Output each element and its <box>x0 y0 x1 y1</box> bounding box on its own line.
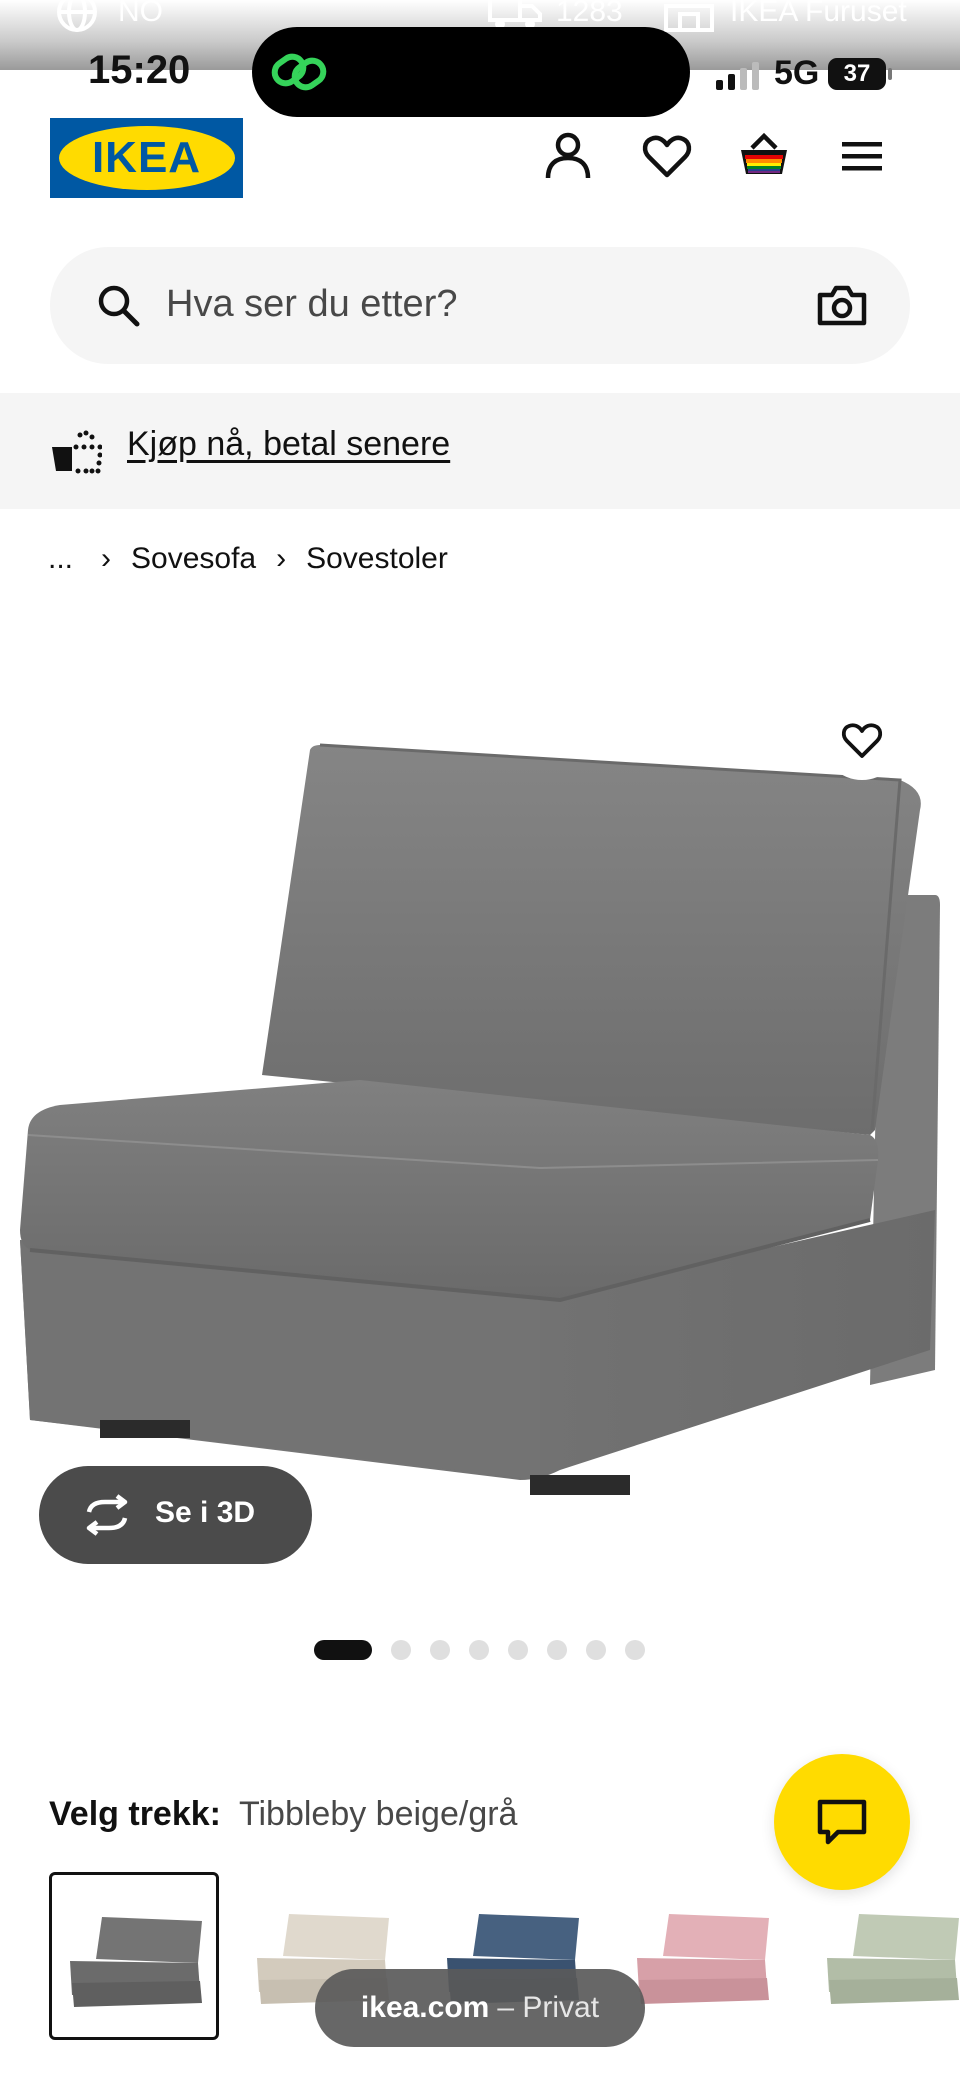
chevron-right-icon: › <box>276 542 287 575</box>
address-domain: ikea.com <box>360 1991 490 2024</box>
search-icon <box>98 285 140 327</box>
camera-search-icon[interactable] <box>816 281 868 329</box>
image-carousel-indicator <box>314 1640 645 1660</box>
swatch-grey[interactable] <box>49 1872 219 2040</box>
breadcrumb-item-sovesofa[interactable]: Sovesofa <box>131 542 256 576</box>
search-placeholder: Hva ser du etter? <box>166 283 458 325</box>
menu-hamburger-icon[interactable] <box>836 130 888 182</box>
carousel-dot[interactable] <box>625 1640 645 1660</box>
dynamic-island <box>252 27 690 117</box>
logo-text: IKEA <box>91 133 202 182</box>
chevron-right-icon: › <box>101 542 112 575</box>
carousel-dot[interactable] <box>314 1640 372 1660</box>
link-chain-icon <box>271 53 327 91</box>
clock: 15:20 <box>88 48 191 92</box>
battery-icon: 37 <box>828 58 892 90</box>
private-mode-label: – Privat <box>497 1991 600 2024</box>
carousel-dot[interactable] <box>586 1640 606 1660</box>
search-input[interactable]: Hva ser du etter? <box>50 247 910 364</box>
chair-thumbnail <box>637 1914 769 2004</box>
breadcrumb-ellipsis[interactable]: ... <box>48 542 73 576</box>
ikea-logo[interactable]: IKEA <box>50 118 243 198</box>
swatch-green[interactable] <box>809 1872 960 2040</box>
breadcrumb: ... › Sovesofa › Sovestoler <box>48 542 448 576</box>
shopping-bag-icon[interactable] <box>738 130 790 182</box>
cover-selection: Velg trekk: Tibbleby beige/grå <box>49 1795 517 1834</box>
rotate-3d-icon <box>86 1494 128 1536</box>
favorites-heart-icon[interactable] <box>641 130 693 182</box>
browser-address-bar[interactable]: ikea.com – Privat <box>315 1969 645 2047</box>
chat-bubble-icon <box>817 1799 867 1845</box>
cover-selected-value: Tibbleby beige/grå <box>238 1795 518 1833</box>
carousel-dot[interactable] <box>469 1640 489 1660</box>
chat-button[interactable] <box>774 1754 910 1890</box>
view-3d-button[interactable]: Se i 3D <box>39 1466 312 1564</box>
carousel-dot[interactable] <box>547 1640 567 1660</box>
buy-now-pay-later-link[interactable]: Kjøp nå, betal senere <box>127 425 450 464</box>
carousel-dot[interactable] <box>391 1640 411 1660</box>
signal-icon <box>716 62 759 90</box>
product-image[interactable] <box>0 690 960 1510</box>
user-icon[interactable] <box>542 130 594 182</box>
network-type: 5G <box>774 54 820 92</box>
carousel-dot[interactable] <box>508 1640 528 1660</box>
cover-label: Velg trekk: <box>49 1795 221 1833</box>
logo-oval: IKEA <box>58 126 235 190</box>
installment-bag-icon <box>52 430 102 474</box>
chair-thumbnail <box>70 1917 202 2007</box>
chair-thumbnail <box>827 1914 959 2004</box>
battery-level: 37 <box>843 60 871 87</box>
view-3d-label: Se i 3D <box>155 1496 256 1529</box>
breadcrumb-item-sovestoler[interactable]: Sovestoler <box>306 542 448 576</box>
heart-icon <box>841 723 883 758</box>
carousel-dot[interactable] <box>430 1640 450 1660</box>
financing-banner: Kjøp nå, betal senere <box>0 393 960 509</box>
product-favorite-button[interactable] <box>822 700 902 780</box>
swatch-pink[interactable] <box>619 1872 789 2040</box>
